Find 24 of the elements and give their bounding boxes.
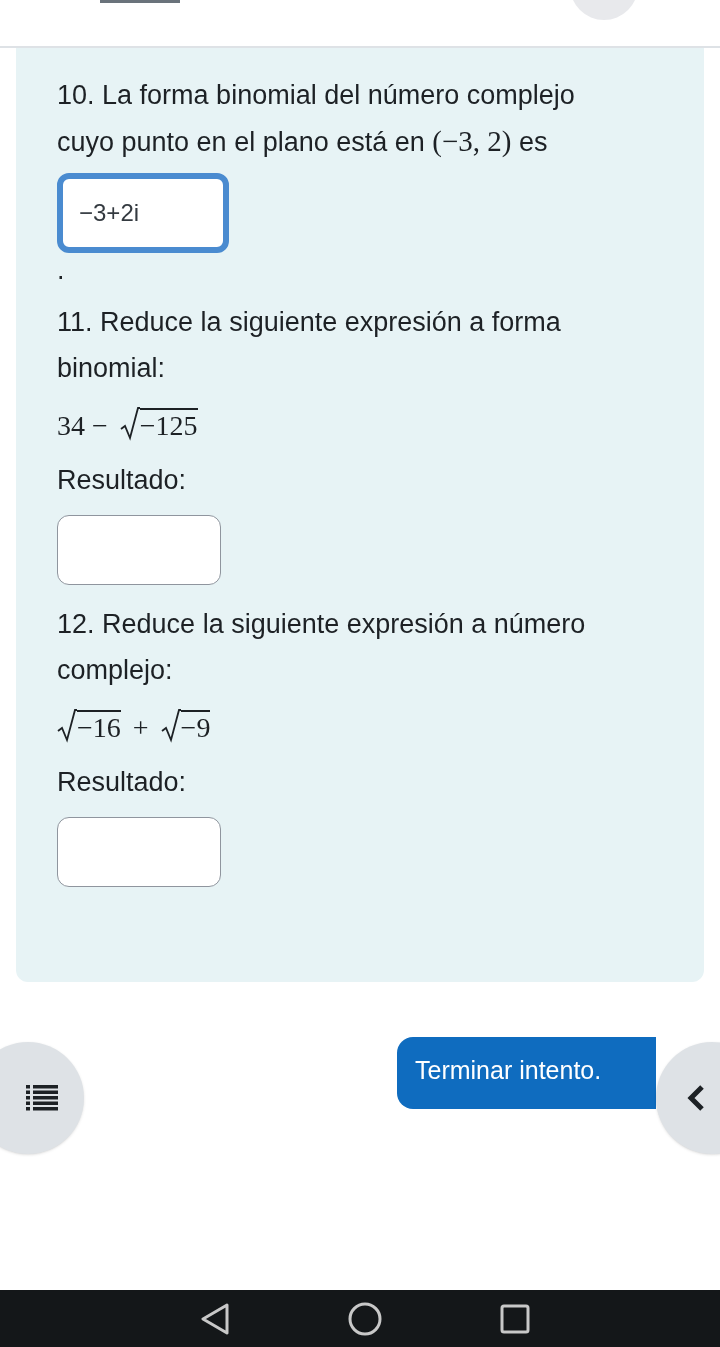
home-icon[interactable] bbox=[348, 1301, 382, 1336]
back-icon[interactable] bbox=[200, 1302, 230, 1335]
chevron-left-icon bbox=[686, 1084, 706, 1112]
answer-field[interactable]: −3+2i bbox=[57, 173, 229, 253]
answer-field[interactable] bbox=[57, 515, 221, 585]
question-text: 12. Reduce la siguiente expresión a número complejo: bbox=[57, 608, 587, 687]
result-label: Resultado: bbox=[57, 766, 188, 799]
result-label: Resultado: bbox=[57, 464, 188, 497]
list-icon bbox=[26, 1085, 58, 1111]
math-term: 34 − bbox=[57, 411, 108, 441]
radicand: −16 bbox=[77, 710, 121, 743]
question-text: 11. Reduce la siguiente expresión a forma binomial: bbox=[57, 306, 562, 385]
question-text: 10. La forma binomial del número complejo cuyo punto en el plano está en (−3, 2) es bbox=[57, 79, 576, 159]
question-list-button[interactable] bbox=[0, 1042, 84, 1154]
math-term: + bbox=[132, 713, 149, 743]
radical-sign-icon bbox=[57, 709, 77, 743]
radical-sign-icon bbox=[119, 407, 140, 441]
trailing-text: . bbox=[57, 257, 66, 283]
finish-button[interactable]: Terminar intento. bbox=[397, 1037, 656, 1109]
answer-field[interactable] bbox=[57, 817, 221, 887]
radicand: −125 bbox=[139, 408, 198, 441]
recents-icon[interactable] bbox=[500, 1303, 530, 1334]
radical-sign-icon bbox=[160, 709, 181, 743]
radicand: −9 bbox=[180, 710, 211, 743]
